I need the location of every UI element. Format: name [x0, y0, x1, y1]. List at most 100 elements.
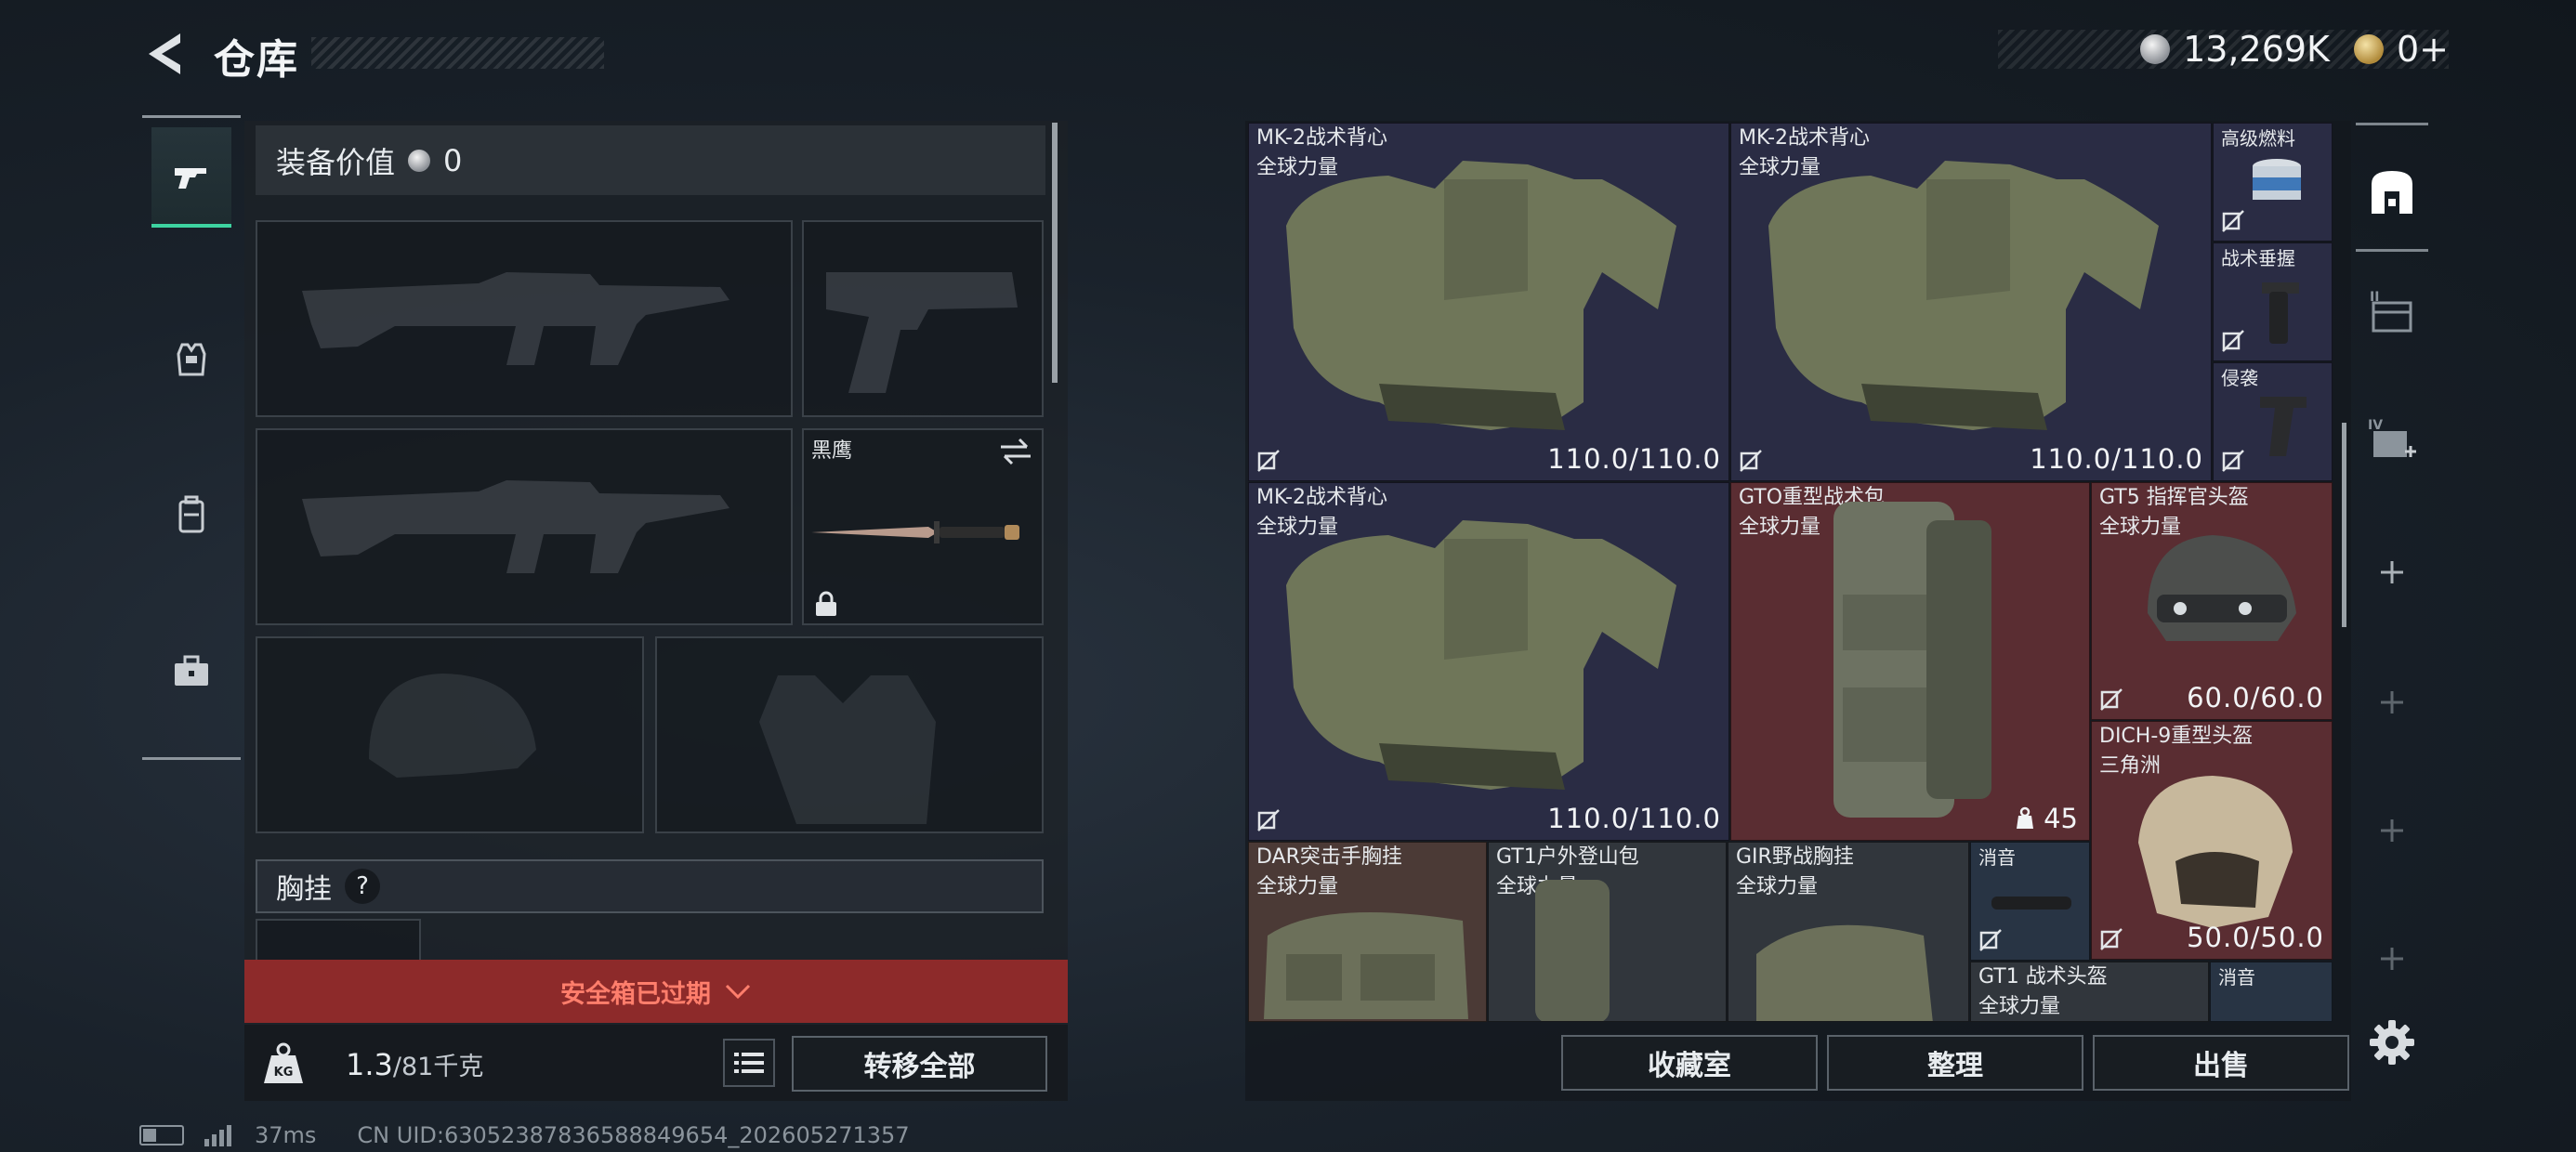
warehouse-icon	[2372, 171, 2412, 214]
uid-text: CN UID:6305238783658884965­4_20260527135…	[357, 1122, 910, 1148]
storage-tab-add[interactable]	[2359, 925, 2425, 992]
nav-divider-bottom	[142, 757, 241, 760]
no-insure-icon	[2222, 210, 2244, 232]
item-name: GT1 战术头盔	[1978, 965, 2108, 988]
bag-capacity-icon	[2017, 806, 2034, 829]
helmet-slot[interactable]	[256, 636, 644, 833]
storage-scrollbar[interactable]	[2342, 423, 2346, 627]
secondary-weapon-slot[interactable]	[256, 428, 793, 625]
sell-button[interactable]: 出售	[2093, 1035, 2349, 1091]
signal-icon	[204, 1125, 231, 1146]
item-name: 消音	[2218, 966, 2255, 988]
no-insure-icon	[1257, 450, 1280, 472]
currency-bar: 13,269K 0+	[1998, 29, 2449, 70]
svg-text:IV: IV	[2368, 418, 2383, 433]
storage-item-suppressor-1[interactable]: 消音	[1970, 842, 2090, 961]
vest-image	[1286, 520, 1676, 790]
silver-coin-icon	[2140, 34, 2171, 64]
list-icon	[734, 1053, 764, 1073]
nav-tab-armor[interactable]	[151, 309, 231, 410]
safe-box-expired-alert[interactable]: 安全箱已过期	[244, 960, 1068, 1023]
storage-item-suppressor-2[interactable]: 消音	[2210, 962, 2333, 1022]
armor-silhouette-icon	[759, 675, 936, 824]
equip-value-row: 装备价值 0	[256, 125, 1045, 195]
storage-item-vest-2[interactable]: MK-2战术背心 全球力量 110.0/110.0	[1730, 123, 2212, 481]
storage-item-vest-1[interactable]: MK-2战术背心 全球力量 110.0/110.0	[1248, 123, 1729, 481]
storage-item-invasion[interactable]: 侵袭	[2213, 362, 2333, 481]
backpack-icon	[178, 495, 204, 533]
svg-text:II: II	[2370, 290, 2379, 305]
weight-current: 1.3	[346, 1047, 393, 1082]
silver-coin-icon	[408, 149, 431, 172]
storage-item-gto-backpack[interactable]: GTO重型战术包 全球力量 45	[1730, 482, 2090, 841]
swap-icon[interactable]	[997, 436, 1034, 467]
nav-tab-weapons[interactable]	[151, 127, 231, 228]
briefcase-icon	[175, 655, 208, 686]
storage-tab-add[interactable]	[2359, 797, 2425, 864]
no-insure-icon	[1979, 929, 2002, 951]
nav-divider-top	[142, 115, 241, 118]
svg-text:KG: KG	[274, 1066, 294, 1080]
nav-tab-backpack[interactable]	[151, 465, 231, 565]
sort-button[interactable]: 整理	[1827, 1035, 2083, 1091]
loadout-scrollbar[interactable]	[1052, 123, 1058, 383]
lock-icon	[816, 591, 836, 616]
list-view-button[interactable]	[723, 1039, 775, 1087]
primary-weapon-slot[interactable]	[256, 220, 793, 417]
rifle-silhouette-icon	[302, 272, 729, 365]
no-insure-icon	[2222, 450, 2244, 472]
equip-value-label: 装备价值	[276, 144, 396, 180]
gear-icon	[2370, 1020, 2414, 1065]
storage-tab-add[interactable]	[2359, 669, 2425, 736]
storage-item-dich9-helmet[interactable]: DICH-9重型头盔 三角洲 50.0/50.0	[2091, 721, 2333, 960]
storage-item-gt1-backpack[interactable]: GT1户外登山包 全球力量	[1488, 842, 1727, 1022]
back-arrow-icon	[149, 33, 180, 74]
storage-item-fuel[interactable]: 高级燃料	[2213, 123, 2333, 242]
storage-tab-add[interactable]	[2359, 539, 2425, 606]
plus-icon	[2381, 691, 2403, 713]
chest-rig-row[interactable]: 胸挂 ?	[256, 859, 1044, 913]
ping-value: 37ms	[255, 1122, 317, 1148]
nav-tab-case[interactable]	[151, 621, 231, 721]
transfer-all-button[interactable]: 转移全部	[792, 1036, 1047, 1092]
settings-button[interactable]	[2359, 1009, 2425, 1076]
help-icon[interactable]: ?	[345, 869, 380, 904]
storage-item-vest-3[interactable]: MK-2战术背心 全球力量 110.0/110.0	[1248, 482, 1729, 841]
equip-value: 0	[443, 142, 463, 178]
plus-icon	[2381, 948, 2403, 970]
premium-currency-value[interactable]: 0+	[2397, 29, 2449, 70]
storage-item-dar-chest-rig[interactable]: DAR突击手胸挂 全球力量	[1248, 842, 1487, 1022]
gold-coin-icon[interactable]	[2353, 34, 2384, 64]
pistol-slot[interactable]	[802, 220, 1044, 417]
currency-value: 13,269K	[2183, 29, 2330, 70]
vest-image	[1768, 161, 2159, 430]
kg-weight-icon: KG	[264, 1042, 303, 1083]
storage-item-vertical-grip[interactable]: 战术垂握	[2213, 242, 2333, 361]
storage-tab-main[interactable]	[2359, 158, 2425, 225]
item-durability: 50.0/50.0	[2187, 922, 2324, 953]
melee-slot[interactable]: 黑鹰	[802, 428, 1044, 625]
weight-max: /81千克	[392, 1053, 484, 1081]
item-subtitle: 全球力量	[1978, 995, 2061, 1018]
chest-rig-slot[interactable]	[256, 919, 421, 961]
storage-tab-add-4[interactable]: IV	[2359, 409, 2425, 476]
item-durability: 60.0/60.0	[2187, 682, 2324, 713]
back-button[interactable]	[139, 28, 195, 80]
storage-item-gt1-helmet[interactable]: GT1 战术头盔 全球力量	[1970, 962, 2209, 1022]
chest-rig-label: 胸挂	[276, 873, 332, 906]
armor-slot[interactable]	[655, 636, 1044, 833]
collection-room-button[interactable]: 收藏室	[1561, 1035, 1818, 1091]
battery-icon	[139, 1125, 184, 1145]
storage-item-gir-chest-rig[interactable]: GIR野战胸挂 全球力量	[1728, 842, 1969, 1022]
storage-item-gt5-helmet[interactable]: GT5 指挥官头盔 全球力量 60.0/60.0	[2091, 482, 2333, 720]
plus-icon	[2381, 819, 2403, 842]
no-insure-icon	[2100, 688, 2123, 711]
vest-image	[1286, 161, 1676, 430]
storage-tab-2[interactable]: II	[2359, 281, 2425, 347]
alert-text: 安全箱已过期	[560, 979, 711, 1009]
backpack-image	[1535, 880, 1610, 1021]
no-insure-icon	[2222, 330, 2244, 352]
item-count-value: 45	[2044, 803, 2078, 834]
weight-readout: 1.3/81千克	[346, 1046, 483, 1082]
knife-name: 黑鹰	[811, 439, 853, 463]
